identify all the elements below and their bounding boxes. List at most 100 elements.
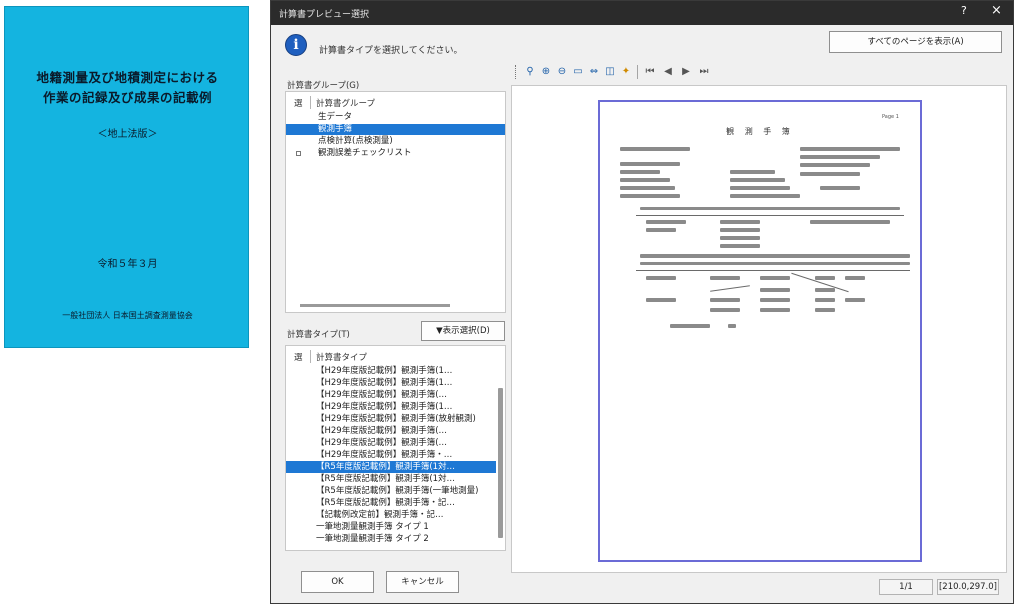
preview-text-line <box>800 147 900 151</box>
close-button[interactable]: × <box>991 3 1002 18</box>
group-list[interactable]: 選 計算書グループ 生データ 観測手簿 点検計算(点検測量) 観測誤差チェックリ… <box>285 91 506 313</box>
preview-text-line <box>820 186 860 190</box>
type-list[interactable]: 選 計算書タイプ 【H29年度版記載例】観測手簿(1… 【H29年度版記載例】観… <box>285 345 506 551</box>
type-list-header: 選 計算書タイプ <box>286 350 505 364</box>
type-item[interactable]: 【H29年度版記載例】観測手簿(… <box>286 437 496 449</box>
group-item-check-calc[interactable]: 点検計算(点検測量) <box>286 136 505 147</box>
group-col-select: 選 <box>294 99 303 109</box>
type-item[interactable]: 一筆地測量観測手簿 タイプ 2 <box>286 533 496 545</box>
help-button[interactable]: ? <box>961 4 967 17</box>
preview-text-line <box>730 194 800 198</box>
preview-text-line <box>800 155 880 159</box>
type-item-label: 【H29年度版記載例】観測手簿(1… <box>316 366 453 376</box>
type-item-selected[interactable]: 【R5年度版記載例】観測手簿(1対… <box>286 461 496 473</box>
title-bar[interactable]: 計算書プレビュー選択 ? × <box>271 1 1013 25</box>
group-col-name: 計算書グループ <box>316 99 375 109</box>
group-item-label: 観測手簿 <box>318 124 353 134</box>
type-item[interactable]: 【H29年度版記載例】観測手簿(1… <box>286 365 496 377</box>
status-bar: 1/1 [210.0,297.0] <box>511 577 1007 597</box>
preview-text-line <box>815 308 835 312</box>
preview-text-line <box>730 186 790 190</box>
type-item[interactable]: 【R5年度版記載例】観測手簿(1対… <box>286 473 496 485</box>
preview-text-line <box>815 288 835 292</box>
preview-page: Page 1 観 測 手 簿 <box>598 100 922 562</box>
lightbulb-icon[interactable]: ✦ <box>619 65 633 79</box>
group-list-scrollbar[interactable] <box>300 304 450 307</box>
zoom-icon[interactable]: ⚲ <box>523 65 537 79</box>
type-item[interactable]: 【H29年度版記載例】観測手簿・… <box>286 449 496 461</box>
zoom-out-icon[interactable]: ⊖ <box>555 65 569 79</box>
preview-text-line <box>800 163 870 167</box>
preview-text-line <box>646 220 686 224</box>
preview-text-line <box>646 298 676 302</box>
type-item-label: 【H29年度版記載例】観測手簿(放射観測) <box>316 414 476 424</box>
group-item-label: 生データ <box>318 112 353 122</box>
type-item[interactable]: 【H29年度版記載例】観測手簿(1… <box>286 377 496 389</box>
preview-text-line <box>800 172 860 176</box>
fit-page-icon[interactable]: ▭ <box>571 65 585 79</box>
info-icon: i <box>285 34 307 56</box>
preview-text-line <box>710 276 740 280</box>
type-item[interactable]: 【R5年度版記載例】観測手簿(一筆地測量) <box>286 485 496 497</box>
type-list-scrollbar[interactable] <box>498 388 503 538</box>
book-title-line1: 地籍測量及び地積測定における <box>36 70 219 85</box>
group-item-label: 点検計算(点検測量) <box>318 136 393 146</box>
type-item[interactable]: 【H29年度版記載例】観測手簿(… <box>286 425 496 437</box>
preview-text-line <box>670 324 710 328</box>
two-page-icon[interactable]: ◫ <box>603 65 617 79</box>
preview-text-line <box>730 178 785 182</box>
status-page-indicator: 1/1 <box>879 579 933 595</box>
type-item[interactable]: 一筆地測量観測手簿 タイプ 1 <box>286 521 496 533</box>
preview-text-line <box>710 298 740 302</box>
preview-text-line <box>760 276 790 280</box>
group-item-error-checklist[interactable]: 観測誤差チェックリスト <box>286 148 505 159</box>
type-item[interactable]: 【記載例改定前】観測手簿・記… <box>286 509 496 521</box>
next-page-icon[interactable]: ▶ <box>679 65 693 79</box>
preview-rule <box>636 215 904 216</box>
display-filter-button[interactable]: ▼表示選択(D) <box>421 321 505 341</box>
type-item[interactable]: 【R5年度版記載例】観測手簿・記… <box>286 497 496 509</box>
preview-text-line <box>815 276 835 280</box>
type-item-label: 【H29年度版記載例】観測手簿(… <box>316 390 448 400</box>
type-item-label: 【H29年度版記載例】観測手簿(… <box>316 438 448 448</box>
last-page-icon[interactable]: ⏭ <box>697 65 711 79</box>
first-page-icon[interactable]: ⏮ <box>643 65 657 79</box>
type-item-label: 【H29年度版記載例】観測手簿・… <box>316 450 453 460</box>
group-item-observation-book[interactable]: 観測手簿 <box>286 124 505 135</box>
book-date: 令和５年３月 <box>97 259 158 270</box>
group-item-label: 観測誤差チェックリスト <box>318 148 412 158</box>
preview-text-line <box>728 324 736 328</box>
type-item[interactable]: 【H29年度版記載例】観測手簿(放射観測) <box>286 413 496 425</box>
show-all-pages-button[interactable]: すべてのページを表示(A) <box>829 31 1002 53</box>
prev-page-icon[interactable]: ◀ <box>661 65 675 79</box>
ok-button[interactable]: OK <box>301 571 374 593</box>
preview-page-title: 観 測 手 簿 <box>726 127 794 136</box>
preview-text-line <box>810 220 890 224</box>
group-item-raw-data[interactable]: 生データ <box>286 112 505 123</box>
type-item[interactable]: 【H29年度版記載例】観測手簿(1… <box>286 401 496 413</box>
type-item[interactable]: 【H29年度版記載例】観測手簿(… <box>286 389 496 401</box>
preview-text-line <box>620 186 675 190</box>
column-divider <box>310 350 311 363</box>
group-section-label: 計算書グループ(G) <box>287 81 360 91</box>
preview-text-line <box>620 194 680 198</box>
preview-rule <box>636 270 910 271</box>
fit-width-icon[interactable]: ⇔ <box>587 65 601 79</box>
preview-area[interactable]: Page 1 観 測 手 簿 <box>511 85 1007 573</box>
toolbar-grip[interactable] <box>515 65 517 79</box>
status-paper-size: [210.0,297.0] <box>937 579 999 595</box>
type-item-label: 【R5年度版記載例】観測手簿(1対… <box>316 462 456 472</box>
preview-text-line <box>720 228 760 232</box>
dialog-title: 計算書プレビュー選択 <box>279 10 370 20</box>
cancel-button[interactable]: キャンセル <box>386 571 459 593</box>
preview-text-line <box>720 244 760 248</box>
preview-text-line <box>646 276 676 280</box>
preview-text-line <box>730 170 775 174</box>
preview-text-line <box>760 298 790 302</box>
zoom-in-icon[interactable]: ⊕ <box>539 65 553 79</box>
group-list-header: 選 計算書グループ <box>286 96 505 110</box>
preview-text-line <box>845 276 865 280</box>
type-col-select: 選 <box>294 353 303 363</box>
type-item-label: 【H29年度版記載例】観測手簿(1… <box>316 378 453 388</box>
group-checkbox[interactable] <box>296 151 301 156</box>
